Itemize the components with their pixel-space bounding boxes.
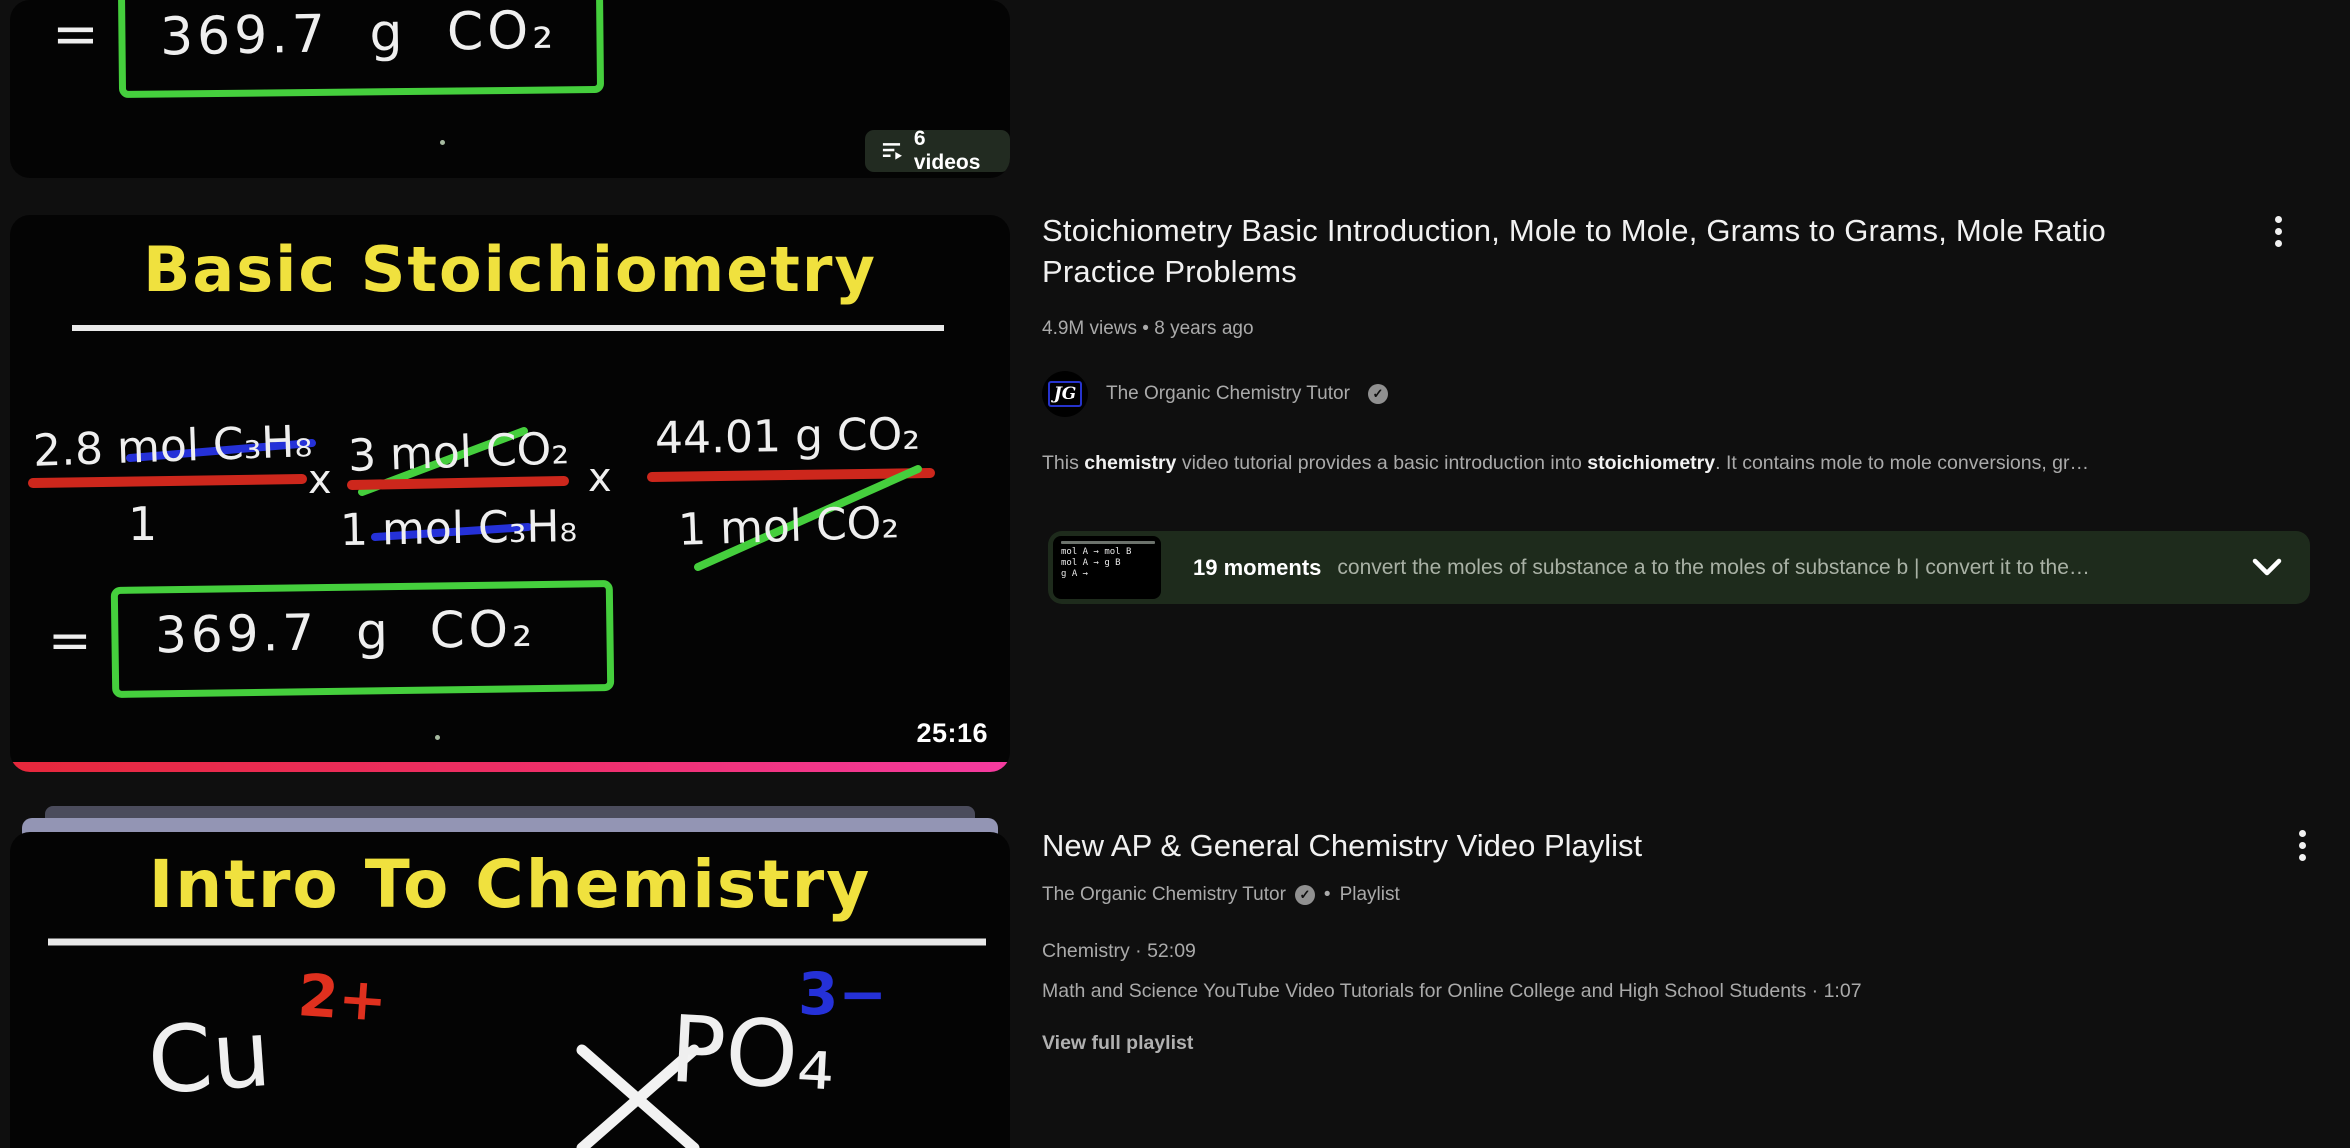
channel-name[interactable]: The Organic Chemistry Tutor xyxy=(1106,383,1350,405)
key-moments-chip[interactable]: mol A → mol B mol A → g B g A → 19 momen… xyxy=(1048,531,2310,604)
multiply-sign-1: x xyxy=(308,457,332,503)
playlist-icon xyxy=(881,140,904,162)
channel-name[interactable]: The Organic Chemistry Tutor xyxy=(1042,884,1286,906)
cursor-dot xyxy=(435,735,440,740)
description-text: . It contains mole to mole conversions, … xyxy=(1715,452,2089,474)
result-formula: 369.7 g CO₂ xyxy=(155,600,537,665)
video-title[interactable]: Stoichiometry Basic Introduction, Mole t… xyxy=(1042,210,2217,292)
video-meta: 4.9M views • 8 years ago xyxy=(1042,318,1254,340)
fraction-numerator-3: 44.01 g CO₂ xyxy=(655,409,921,465)
video-count-label: 6 videos xyxy=(914,127,994,175)
playlist-thumbnail-bottom[interactable]: Intro To Chemistry Cu 2+ PO₄ 3− xyxy=(10,832,1010,1148)
moment-scribble: g A → xyxy=(1061,569,1161,580)
anion-charge: 3− xyxy=(798,960,887,1028)
fraction-denominator-3: 1 mol CO₂ xyxy=(677,497,900,556)
moments-preview: convert the moles of substance a to the … xyxy=(1337,556,2238,580)
fraction-denominator-1: 1 xyxy=(128,497,157,551)
playlist-channel-row[interactable]: The Organic Chemistry Tutor ✓ • Playlist xyxy=(1042,884,1400,906)
channel-row[interactable]: JG The Organic Chemistry Tutor ✓ xyxy=(1042,371,1388,417)
description-keyword: chemistry xyxy=(1084,452,1176,474)
duration-badge: 25:16 xyxy=(916,718,988,749)
moments-count: 19 moments xyxy=(1193,555,1321,581)
playlist-type-label: Playlist xyxy=(1340,884,1400,906)
fraction-numerator-1: 2.8 mol C₃H₈ xyxy=(32,416,313,477)
result-equals: = xyxy=(48,611,92,671)
moment-thumbnail: mol A → mol B mol A → g B g A → xyxy=(1053,536,1161,599)
playlist-entry[interactable]: Chemistry · 52:09 xyxy=(1042,940,1196,963)
moment-scribble: mol A → g B xyxy=(1061,558,1161,569)
cation-symbol: Cu xyxy=(144,1000,274,1115)
description-keyword: stoichiometry xyxy=(1587,452,1715,474)
formula-equals: = xyxy=(52,2,99,67)
tiny-text-blur xyxy=(1061,541,1155,544)
verified-badge-icon: ✓ xyxy=(1368,384,1388,404)
verified-badge-icon: ✓ xyxy=(1295,885,1315,905)
playlist-thumbnail-top[interactable]: = 369.7 g CO₂ 6 videos xyxy=(10,0,1010,178)
formula-result: 369.7 g CO₂ xyxy=(160,1,558,68)
video-thumbnail[interactable]: Basic Stoichiometry 2.8 mol C₃H₈ 3 mol C… xyxy=(10,215,1010,772)
playlist-entry[interactable]: Math and Science YouTube Video Tutorials… xyxy=(1042,980,1862,1003)
search-results-page: = 369.7 g CO₂ 6 videos Basic Stoichiomet… xyxy=(0,0,2350,1148)
multiply-sign-2: x xyxy=(588,455,612,501)
thumb-heading: Intro To Chemistry xyxy=(10,846,1010,923)
thumb-heading: Basic Stoichiometry xyxy=(10,233,1010,306)
fraction-numerator-2: 3 mol CO₂ xyxy=(347,423,570,482)
avatar-initials: JG xyxy=(1048,381,1083,407)
fraction-denominator-2: 1 mol C₃H₈ xyxy=(340,501,578,556)
moment-scribble: mol A → mol B xyxy=(1061,547,1161,558)
watch-progress-bar xyxy=(10,762,1010,772)
more-options-button[interactable] xyxy=(2258,210,2298,262)
cursor-dot xyxy=(440,140,445,145)
playlist-title[interactable]: New AP & General Chemistry Video Playlis… xyxy=(1042,828,1642,864)
more-options-button[interactable] xyxy=(2282,824,2322,876)
video-count-badge: 6 videos xyxy=(865,130,1010,172)
chevron-down-icon[interactable] xyxy=(2250,558,2284,578)
description-text: This xyxy=(1042,452,1084,474)
kebab-icon xyxy=(2275,216,2282,223)
separator: • xyxy=(1324,884,1331,906)
kebab-icon xyxy=(2299,830,2306,837)
view-full-playlist-link[interactable]: View full playlist xyxy=(1042,1032,1193,1055)
channel-avatar[interactable]: JG xyxy=(1042,371,1088,417)
video-description: This chemistry video tutorial provides a… xyxy=(1042,452,2337,475)
cation-charge: 2+ xyxy=(296,961,389,1035)
description-text: video tutorial provides a basic introduc… xyxy=(1176,452,1587,474)
